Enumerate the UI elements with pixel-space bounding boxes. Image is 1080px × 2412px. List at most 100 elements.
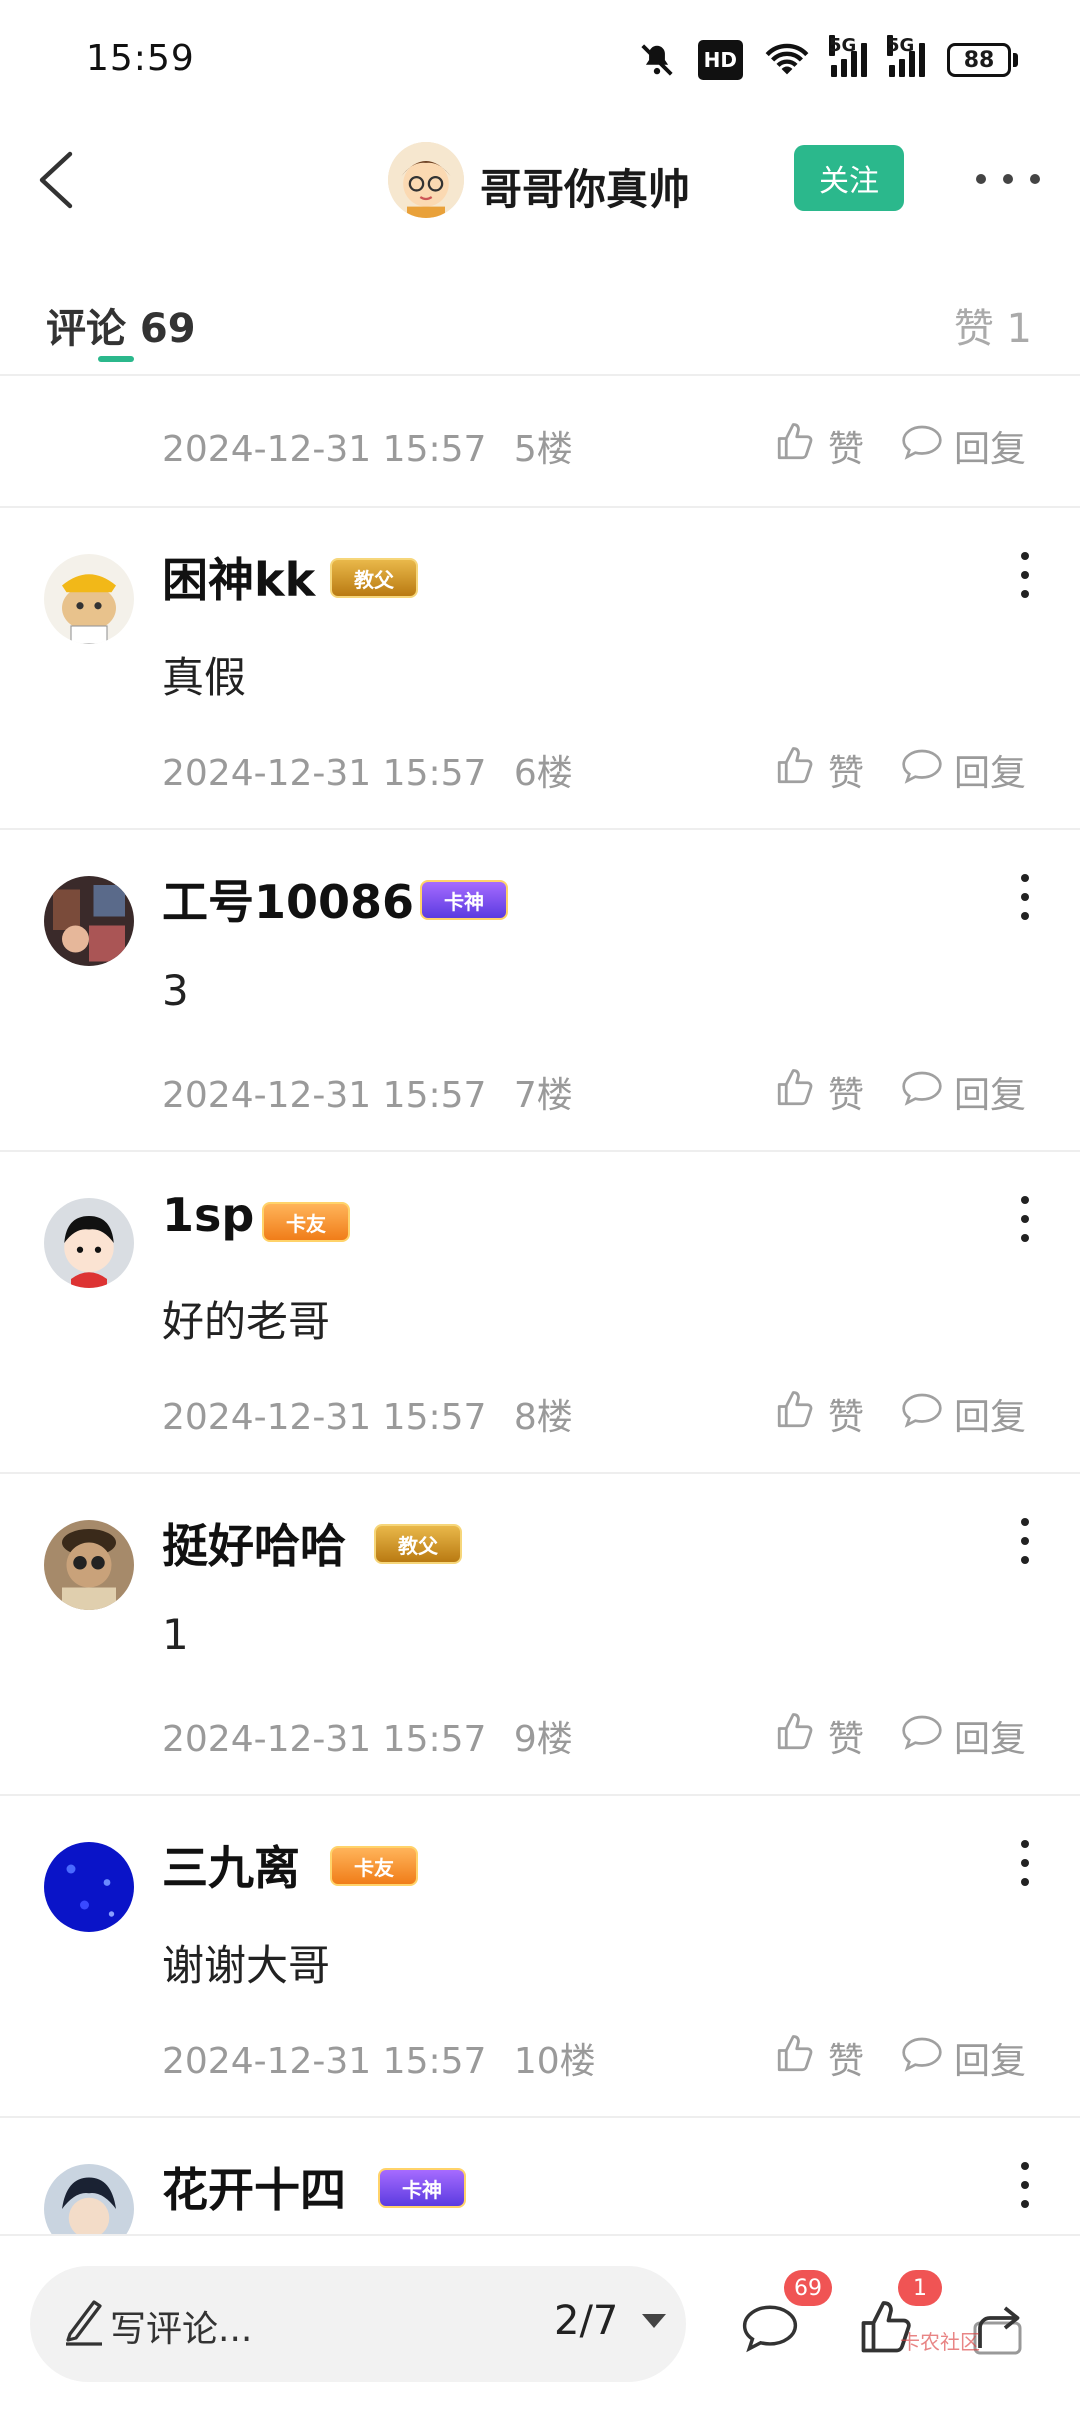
comment-date: 2024-12-31 15:57 xyxy=(162,1075,487,1116)
reply-bubble-icon xyxy=(900,1390,944,1439)
comment-bubble-icon[interactable] xyxy=(740,2298,800,2358)
status-time: 15:59 xyxy=(86,38,195,79)
like-label: 赞 xyxy=(828,429,865,470)
tab-comments[interactable]: 评论 69 xyxy=(46,296,196,354)
comment-menu-icon[interactable] xyxy=(1018,1840,1032,1886)
bottom-bar: 写评论... 2/7 69 1 卡农社区 xyxy=(0,2234,1080,2412)
user-badge: 卡神 xyxy=(420,880,508,920)
thumb-up-icon xyxy=(774,2033,816,2084)
page-title: 哥哥你真帅 xyxy=(480,165,691,214)
like-count-badge: 1 xyxy=(898,2270,942,2306)
like-button[interactable]: 赞 xyxy=(774,1710,864,1762)
username[interactable]: 困神kk xyxy=(162,544,315,610)
avatar[interactable] xyxy=(44,1842,134,1932)
comment-tabs: 评论 69 赞 1 xyxy=(0,270,1080,376)
status-bar: 15:59 HD 5G 5G 88 xyxy=(0,0,1080,120)
comment-menu-icon[interactable] xyxy=(1018,1196,1032,1242)
reply-bubble-icon xyxy=(900,1068,944,1117)
thumb-up-icon xyxy=(774,421,816,472)
like-button[interactable]: 赞 xyxy=(774,1388,864,1440)
like-label: 赞 xyxy=(828,2041,865,2082)
mute-icon xyxy=(638,40,676,80)
username[interactable]: 1sp xyxy=(162,1188,254,1242)
comment-floor: 9楼 xyxy=(513,1719,573,1760)
comment-input[interactable]: 写评论... 2/7 xyxy=(30,2266,686,2382)
avatar[interactable] xyxy=(44,554,134,644)
battery-level: 88 xyxy=(947,43,1011,77)
follow-button[interactable]: 关注 xyxy=(794,145,904,211)
comment-floor: 10楼 xyxy=(513,2041,596,2082)
comment-input-placeholder: 写评论... xyxy=(110,2309,253,2350)
like-button[interactable]: 赞 xyxy=(774,1066,864,1118)
comment-text: 1 xyxy=(162,1610,189,1659)
comment-item: 挺好哈哈 教父 1 2024-12-31 15:57 9楼 赞 回复 xyxy=(0,1474,1080,1796)
hd-voice-icon: HD xyxy=(697,40,743,80)
battery-icon: 88 xyxy=(947,43,1018,77)
username[interactable]: 花开十四 xyxy=(162,2154,346,2220)
avatar[interactable] xyxy=(44,1198,134,1288)
thumb-up-icon xyxy=(774,745,816,796)
user-badge: 卡友 xyxy=(330,1846,418,1886)
comment-item: 工号10086 卡神 3 2024-12-31 15:57 7楼 赞 回复 xyxy=(0,830,1080,1152)
comment-date: 2024-12-31 15:57 xyxy=(162,2041,487,2082)
user-badge: 卡友 xyxy=(262,1202,350,1242)
chevron-down-icon[interactable] xyxy=(642,2314,666,2328)
comment-text: 好的老哥 xyxy=(162,1297,331,1346)
thumb-up-icon xyxy=(774,1067,816,1118)
reply-label: 回复 xyxy=(954,753,1027,794)
reply-button[interactable]: 回复 xyxy=(900,420,1026,472)
pen-icon xyxy=(62,2296,106,2346)
reply-label: 回复 xyxy=(954,429,1027,470)
tab-likes[interactable]: 赞 1 xyxy=(954,296,1032,354)
avatar[interactable] xyxy=(44,1520,134,1610)
reply-bubble-icon xyxy=(900,2034,944,2083)
thumb-up-icon xyxy=(774,1389,816,1440)
avatar[interactable] xyxy=(44,876,134,966)
like-button[interactable]: 赞 xyxy=(774,420,864,472)
comment-menu-icon[interactable] xyxy=(1018,1518,1032,1564)
reply-button[interactable]: 回复 xyxy=(900,1710,1026,1762)
comment-meta: 2024-12-31 15:57 10楼 xyxy=(162,2032,596,2084)
back-icon[interactable] xyxy=(26,148,86,212)
comment-menu-icon[interactable] xyxy=(1018,552,1032,598)
username[interactable]: 挺好哈哈 xyxy=(162,1510,346,1576)
reply-label: 回复 xyxy=(954,1075,1027,1116)
author-avatar[interactable] xyxy=(388,142,464,218)
comment-item: 花开十四 卡神 xyxy=(0,2118,1080,2234)
username[interactable]: 三九离 xyxy=(162,1832,300,1898)
reply-button[interactable]: 回复 xyxy=(900,744,1026,796)
user-badge: 教父 xyxy=(330,558,418,598)
comment-floor: 7楼 xyxy=(513,1075,573,1116)
page-indicator[interactable]: 2/7 xyxy=(554,2298,618,2344)
tab-active-indicator xyxy=(98,356,134,362)
like-label: 赞 xyxy=(828,1075,865,1116)
reply-bubble-icon xyxy=(900,746,944,795)
comment-floor: 6楼 xyxy=(513,753,573,794)
comment-floor: 8楼 xyxy=(513,1397,573,1438)
comment-count-badge: 69 xyxy=(784,2270,832,2306)
comment-meta: 2024-12-31 15:57 7楼 xyxy=(162,1066,573,1118)
more-icon[interactable] xyxy=(976,164,1040,194)
like-button[interactable]: 赞 xyxy=(774,744,864,796)
like-button[interactable]: 赞 xyxy=(774,2032,864,2084)
comment-date: 2024-12-31 15:57 xyxy=(162,429,487,470)
top-nav: 哥哥你真帅 关注 xyxy=(0,120,1080,240)
comment-item: 三九离 卡友 谢谢大哥 2024-12-31 15:57 10楼 赞 回复 xyxy=(0,1796,1080,2118)
comment-menu-icon[interactable] xyxy=(1018,874,1032,920)
username[interactable]: 工号10086 xyxy=(162,866,414,932)
reply-button[interactable]: 回复 xyxy=(900,2032,1026,2084)
reply-button[interactable]: 回复 xyxy=(900,1388,1026,1440)
comment-item: 困神kk 教父 真假 2024-12-31 15:57 6楼 赞 回复 xyxy=(0,508,1080,830)
signal-icon-2: 5G xyxy=(887,35,925,77)
reply-bubble-icon xyxy=(900,422,944,471)
comment-menu-icon[interactable] xyxy=(1018,2162,1032,2208)
avatar[interactable] xyxy=(44,2164,134,2234)
comment-text: 3 xyxy=(162,966,189,1015)
comment-date: 2024-12-31 15:57 xyxy=(162,1397,487,1438)
reply-bubble-icon xyxy=(900,1712,944,1761)
user-badge: 卡神 xyxy=(378,2168,466,2208)
comment-meta: 2024-12-31 15:57 6楼 xyxy=(162,744,573,796)
comment-meta: 2024-12-31 15:57 8楼 xyxy=(162,1388,573,1440)
comment-item-partial: 2024-12-31 15:57 5楼 赞 回复 xyxy=(0,376,1080,508)
reply-button[interactable]: 回复 xyxy=(900,1066,1026,1118)
